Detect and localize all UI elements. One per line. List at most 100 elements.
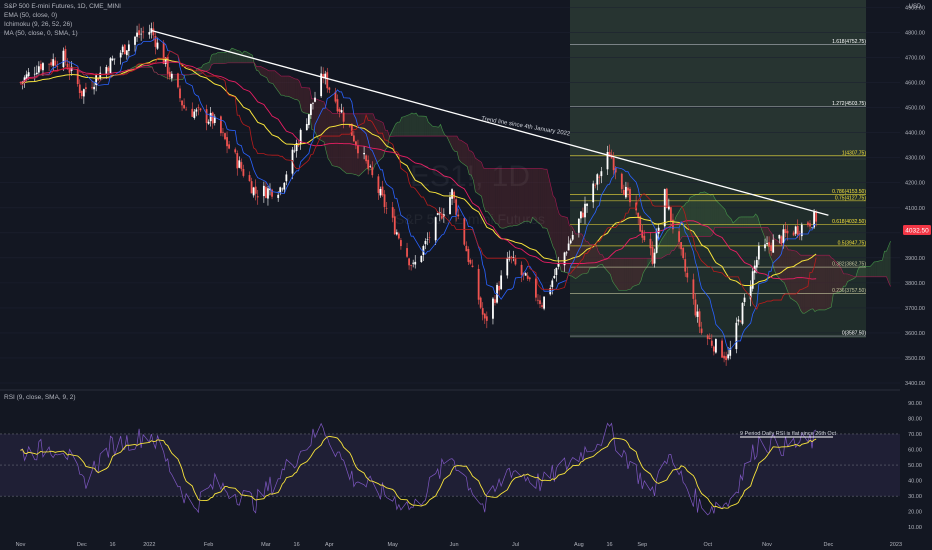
cloud-segment	[816, 255, 819, 311]
price-chart[interactable]: 1.618(4752.75) 1.272(4503.75) 1(4307.75) 0.…	[0, 0, 932, 550]
candle-body	[485, 316, 488, 321]
cloud-segment	[886, 245, 889, 283]
cloud-segment	[819, 255, 826, 310]
candle-body	[682, 247, 685, 258]
cloud-segment	[632, 258, 639, 287]
rsi-legend: RSI (9, close, SMA, 9, 2)	[4, 393, 76, 402]
candle-body	[33, 73, 36, 75]
candle-body	[312, 102, 314, 104]
cloud-segment	[414, 113, 417, 137]
candle-body	[420, 255, 423, 262]
candle-body	[592, 183, 595, 203]
candle-body	[796, 225, 799, 235]
candle-body	[757, 245, 760, 260]
candle-body	[395, 232, 398, 235]
candle-body	[383, 194, 386, 208]
candle-body	[469, 260, 472, 264]
rsi-tick-label: 30.00	[908, 494, 922, 500]
time-tick-label: 16	[606, 542, 612, 548]
candle-body	[238, 160, 241, 168]
cloud-segment	[301, 87, 304, 113]
cloud-segment	[829, 255, 832, 309]
candle-body	[207, 121, 210, 124]
candle-body	[506, 257, 509, 276]
cloud-segment	[788, 249, 791, 299]
candle-body	[37, 66, 40, 73]
candle-body	[743, 297, 746, 303]
candle-body	[712, 346, 715, 352]
cloud-segment	[804, 255, 811, 314]
rsi-tick-label: 10.00	[908, 525, 922, 531]
candle-body	[465, 245, 468, 252]
cloud-segment	[741, 216, 744, 228]
candle-body	[786, 230, 789, 234]
candle-body	[197, 107, 200, 109]
candle-body	[735, 322, 738, 350]
rsi-tick-label: 80.00	[908, 416, 922, 422]
candle-body	[64, 49, 67, 63]
candle-body	[727, 354, 730, 359]
candle-body	[107, 67, 110, 72]
candle-body	[136, 32, 138, 37]
candle-body	[481, 308, 484, 315]
candle-body	[52, 59, 55, 66]
price-tick-label: 3400.00	[905, 381, 925, 387]
candle-body	[177, 73, 179, 88]
cloud-segment	[616, 258, 619, 291]
cloud-segment	[859, 266, 862, 277]
candle-body	[428, 237, 431, 238]
candle-body	[267, 188, 269, 199]
cloud-segment	[714, 198, 717, 228]
symbol-title[interactable]: S&P 500 E-mini Futures, 1D, CME_MINI	[4, 2, 121, 11]
candle-body	[725, 356, 728, 361]
cloud-segment	[716, 201, 719, 228]
time-tick-label: Apr	[325, 542, 334, 548]
candle-body	[778, 234, 781, 239]
candle-body	[792, 232, 795, 236]
candle-body	[692, 279, 695, 299]
indicator-rsi[interactable]: RSI (9, close, SMA, 9, 2)	[4, 393, 76, 402]
candle-body	[170, 73, 173, 79]
fib-label: 0.786(4153.50)	[832, 189, 866, 195]
cloud-segment	[401, 116, 404, 137]
candle-body	[148, 32, 151, 35]
cloud-segment	[338, 113, 341, 169]
cloud-segment	[626, 258, 629, 291]
cloud-segment	[330, 111, 333, 166]
candle-body	[228, 144, 230, 149]
cloud-segment	[825, 255, 828, 310]
time-tick-label: Jun	[450, 542, 459, 548]
time-tick-label: Oct	[703, 542, 712, 548]
cloud-segment	[270, 70, 273, 84]
candle-body	[770, 245, 773, 251]
cloud-segment	[213, 53, 216, 64]
indicator-ema[interactable]: EMA (50, close, 0)	[4, 11, 121, 20]
candle-body	[27, 72, 30, 77]
cloud-segment	[698, 192, 701, 237]
cloud-segment	[747, 216, 754, 228]
rsi-axis[interactable]: 10.00 20.00 30.00 40.00 50.00 60.00 70.00 80.00…	[908, 401, 922, 531]
candle-body	[477, 268, 480, 300]
candle-body	[412, 262, 415, 264]
candle-body	[678, 231, 680, 242]
cloud-segment	[843, 273, 846, 287]
cloud-segment	[796, 251, 799, 306]
indicator-ma[interactable]: MA (50, close, 0, SMA, 1)	[4, 29, 121, 38]
candle-body	[424, 240, 427, 245]
cloud-segment	[287, 76, 290, 97]
candle-body	[138, 30, 140, 36]
indicator-ichimoku[interactable]: Ichimoku (9, 26, 52, 26)	[4, 20, 121, 29]
candle-body	[577, 218, 580, 233]
cloud-segment	[424, 116, 427, 137]
candle-body	[684, 259, 687, 272]
candle-body	[385, 208, 388, 209]
cloud-segment	[868, 266, 871, 277]
candle-body	[723, 355, 725, 359]
candle-body	[391, 207, 394, 218]
candle-body	[205, 109, 208, 123]
price-tick-label: 4400.00	[905, 131, 925, 137]
cloud-segment	[373, 113, 376, 170]
time-tick-label: 16	[109, 542, 115, 548]
cloud-segment	[884, 251, 887, 277]
candle-body	[694, 299, 697, 316]
